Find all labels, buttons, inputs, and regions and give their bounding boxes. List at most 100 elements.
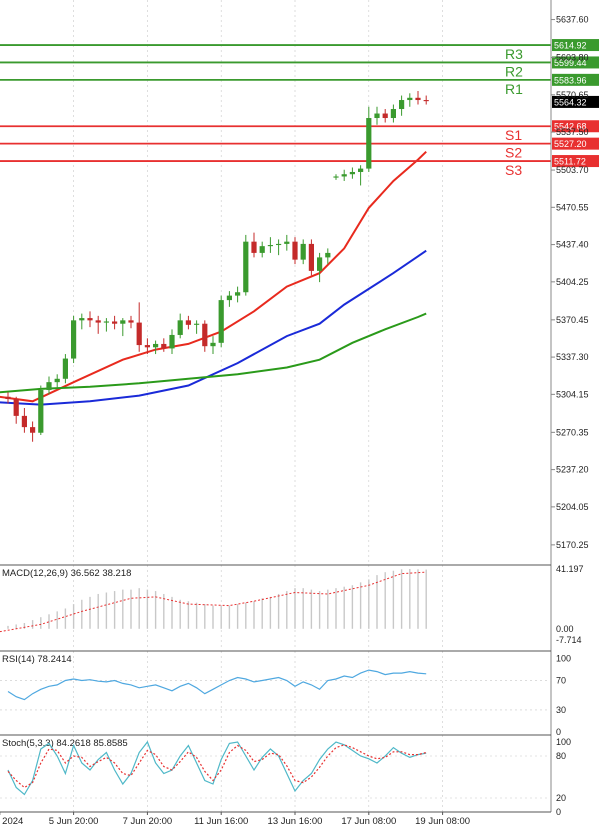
candle (308, 239, 314, 276)
candle-body (112, 321, 118, 324)
time-tick-label: 19 Jun 08:00 (415, 816, 470, 827)
price-tick-label: 5637.60 (556, 15, 589, 25)
price-panel-bg (0, 0, 551, 562)
stoch-k-line (7, 740, 427, 796)
time-tick-label: 7 Jun 20:00 (123, 816, 173, 827)
rsi-tick-label: 100 (556, 653, 571, 663)
candle-body (259, 246, 265, 253)
price-tick-label: 5270.35 (556, 427, 589, 437)
candle-body (194, 323, 200, 325)
candle-body (358, 168, 364, 172)
level-price-label: 5583.96 (554, 75, 587, 85)
stoch-d-line (7, 744, 427, 789)
candle-body (308, 243, 314, 271)
candle-body (399, 100, 405, 110)
candle-body (87, 318, 93, 321)
candle-body (128, 320, 134, 323)
candle-body (390, 109, 396, 119)
level-price-label: 5614.92 (554, 41, 587, 51)
stoch-tick-label: 0 (556, 807, 561, 817)
candle-body (325, 252, 331, 258)
time-tick-label: 5 Jun 20:00 (49, 816, 99, 827)
price-tick-label: 5404.25 (556, 277, 589, 287)
level-name-s1: S1 (505, 127, 522, 143)
candle-body (5, 396, 11, 400)
candle (38, 385, 44, 435)
candle-body (177, 320, 183, 335)
rsi-panel: RSI(14) 78.2414 100 70 30 0 (0, 650, 571, 737)
chart-svg: 5614.92R35599.44R25583.96R15542.68S15527… (0, 0, 599, 827)
price-tick-label: 5304.15 (556, 389, 589, 399)
candle-body (120, 320, 126, 324)
rsi-tick-label: 30 (556, 705, 566, 715)
candle-body (333, 176, 339, 178)
macd-tick-label: 0.00 (556, 624, 574, 634)
candle-body (251, 241, 257, 253)
stoch-title: Stoch(5,3,3) 84.2618 85.8585 (2, 738, 128, 749)
candle-body (136, 322, 142, 346)
stoch-tick-label: 100 (556, 737, 571, 747)
candle-body (300, 243, 306, 260)
candle-body (349, 171, 355, 175)
time-tick-label: 13 Jun 16:00 (268, 816, 323, 827)
candle-body (71, 320, 77, 359)
macd-tick-label: -7.714 (556, 635, 582, 645)
stoch-tick-label: 80 (556, 751, 566, 761)
level-name-s3: S3 (505, 162, 522, 178)
candle-body (382, 113, 388, 119)
time-tick-label: 3 Jun 2024 (0, 816, 23, 827)
candle-body (317, 257, 323, 271)
candle-body (202, 323, 208, 347)
price-tick-label: 5603.80 (556, 53, 589, 63)
candle-body (235, 292, 241, 296)
candle-body (13, 399, 19, 416)
candle-body (95, 320, 101, 323)
candle (218, 295, 224, 348)
price-tick-label: 5237.20 (556, 465, 589, 475)
macd-panel: MACD(12,26,9) 36.562 38.218 41.197 0.00-7.… (0, 564, 584, 645)
level-price-tag-s2: 5527.20 (552, 137, 599, 150)
candle-body (276, 243, 282, 246)
candle-body (423, 100, 429, 102)
price-panel-grid (0, 0, 551, 812)
price-tick-label: 5537.50 (556, 127, 589, 137)
level-price-tag-r1: 5583.96 (552, 73, 599, 86)
candle-body (144, 345, 150, 348)
candle-body (374, 113, 380, 119)
stoch-tick-label: 20 (556, 793, 566, 803)
price-tick-label: 5204.05 (556, 502, 589, 512)
rsi-line (7, 669, 427, 701)
candle-body (415, 97, 421, 101)
candle-body (210, 342, 216, 347)
candle-body (30, 427, 36, 433)
candle-body (79, 318, 85, 321)
candle-body (103, 321, 109, 323)
candle-body (46, 382, 52, 391)
macd-tick-label: 41.197 (556, 564, 584, 574)
level-name-s2: S2 (505, 145, 522, 161)
candle-body (54, 378, 60, 383)
candle-body (185, 320, 191, 325)
candle-body (407, 97, 413, 101)
price-tick-label: 5170.25 (556, 540, 589, 550)
candle-body (243, 241, 249, 293)
candle-body (341, 174, 347, 177)
price-tick-label: 5337.30 (556, 352, 589, 362)
candle-body (21, 415, 27, 428)
candle (243, 234, 249, 296)
level-price-label: 5527.20 (554, 139, 587, 149)
price-tick-label: 5470.55 (556, 202, 589, 212)
candle-body (169, 334, 175, 349)
candle (71, 315, 77, 364)
rsi-tick-label: 70 (556, 675, 566, 685)
level-price-tag-r3: 5614.92 (552, 39, 599, 52)
stochastic-panel: Stoch(5,3,3) 84.2618 85.8585 100 80 20 0 (0, 734, 571, 817)
price-tick-label: 5570.65 (556, 90, 589, 100)
candle-body (267, 245, 273, 247)
rsi-tick-label: 0 (556, 727, 561, 737)
candle-body (366, 118, 372, 169)
time-tick-label: 17 Jun 08:00 (341, 816, 396, 827)
rsi-title: RSI(14) 78.2414 (2, 654, 72, 665)
candle-body (226, 295, 232, 301)
time-tick-label: 11 Jun 16:00 (194, 816, 248, 827)
